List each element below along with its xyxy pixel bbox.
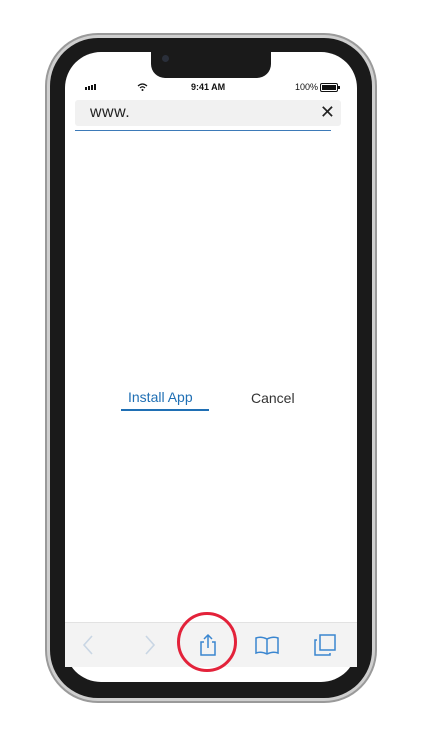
status-bar: 9:41 AM 100% (65, 80, 357, 96)
back-arrow-icon[interactable] (77, 633, 101, 657)
url-underline (75, 130, 331, 131)
install-app-link[interactable]: Install App (128, 389, 193, 405)
battery-percent: 100% (295, 82, 319, 92)
cancel-link[interactable]: Cancel (251, 390, 295, 406)
phone-screen (65, 52, 357, 682)
share-highlight-circle (177, 612, 237, 672)
battery-icon (320, 83, 340, 92)
install-app-underline (121, 409, 209, 411)
tabs-icon[interactable] (313, 633, 337, 657)
close-icon[interactable]: ✕ (320, 103, 335, 121)
notch (151, 52, 271, 78)
bookmarks-icon[interactable] (255, 633, 279, 657)
front-camera (162, 55, 169, 62)
status-time: 9:41 AM (191, 82, 226, 92)
url-text[interactable]: www. (90, 104, 130, 122)
signal-icon (85, 84, 96, 90)
forward-arrow-icon[interactable] (137, 633, 161, 657)
wifi-icon (137, 83, 148, 91)
url-bar[interactable]: www. ✕ (75, 100, 341, 126)
